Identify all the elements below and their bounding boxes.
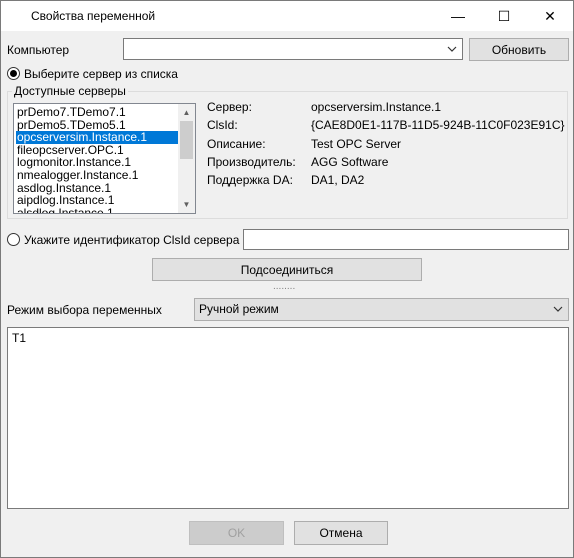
detail-label: Производитель: [207,154,296,169]
connect-button[interactable]: Подсоединиться [152,258,422,281]
clsid-radio-label[interactable]: Укажите идентификатор ClsId сервера [24,233,239,247]
chevron-down-icon [447,46,457,52]
detail-value: AGG Software [311,154,389,169]
variables-textarea[interactable]: T1 [7,327,569,509]
splitter-grip[interactable]: ........ [273,281,295,292]
title-bar: Свойства переменной — ☐ ✕ [1,1,573,31]
select-server-radio[interactable] [7,67,20,80]
detail-label: ClsId: [207,118,238,133]
chevron-down-icon [553,306,563,312]
available-servers-title: Доступные серверы [12,84,128,98]
cancel-button[interactable]: Отмена [294,521,388,545]
detail-value: opcserversim.Instance.1 [311,100,442,114]
scroll-down-icon[interactable]: ▼ [178,196,195,213]
mode-label: Режим выбора переменных [7,303,162,317]
computer-label: Компьютер [7,43,70,57]
detail-label: Описание: [207,136,266,151]
ok-button[interactable]: OK [189,521,284,545]
detail-value: DA1, DA2 [311,173,365,188]
scroll-up-icon[interactable]: ▲ [178,104,195,121]
server-list-item[interactable]: alsdlog.Instance.1 [16,206,179,213]
detail-value: Test OPC Server [311,136,402,151]
minimize-icon: — [451,8,465,24]
variables-text: T1 [12,331,27,345]
mode-combobox[interactable]: Ручной режим [194,298,569,321]
select-server-radio-label[interactable]: Выберите сервер из списка [24,67,178,81]
maximize-button[interactable]: ☐ [481,1,527,31]
clsid-input[interactable] [243,229,569,250]
close-button[interactable]: ✕ [527,1,573,31]
close-icon: ✕ [544,7,556,24]
detail-label: Поддержка DA: [207,173,293,188]
computer-combobox[interactable] [123,38,463,60]
maximize-icon: ☐ [497,7,511,24]
scroll-thumb[interactable] [180,121,193,159]
detail-value: {CAE8D0E1-117B-11D5-924B-11C0F023E91C} [311,118,565,133]
mode-value: Ручной режим [199,302,279,316]
detail-label: Сервер: [207,100,252,114]
refresh-button[interactable]: Обновить [469,38,569,61]
window-title: Свойства переменной [31,9,156,23]
dialog-window: Свойства переменной — ☐ ✕ Компьютер Обно… [0,0,574,558]
clsid-radio[interactable] [7,233,20,246]
minimize-button[interactable]: — [435,1,481,31]
server-listbox[interactable]: prDemo7.TDemo7.1 prDemo5.TDemo5.1 opcserve… [13,103,196,214]
server-list-scrollbar[interactable]: ▲ ▼ [178,104,195,213]
